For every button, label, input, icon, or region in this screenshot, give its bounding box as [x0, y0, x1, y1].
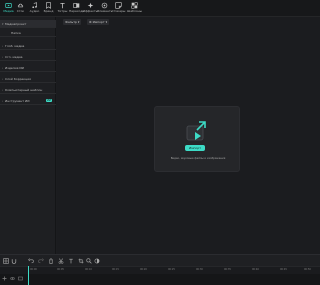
chevron-down-icon: ▾	[104, 20, 108, 24]
elements-icon	[101, 2, 108, 9]
tick-label: 00:30	[196, 268, 203, 271]
sidebar-item-global-media[interactable]: › Глоб. медиа	[0, 42, 56, 50]
delete-icon[interactable]	[48, 258, 54, 264]
templates-icon	[131, 2, 138, 9]
sidebar-item-project-media[interactable]: ▾ Медиапроект	[0, 20, 56, 28]
redo-icon[interactable]	[38, 258, 44, 264]
tick-label: 00:35	[224, 268, 231, 271]
tab-effects[interactable]: Эффекты	[83, 1, 98, 16]
tab-transitions[interactable]: Переходы	[69, 1, 84, 16]
brand-icon	[46, 2, 51, 9]
film-icon[interactable]	[18, 276, 23, 281]
effects-icon	[87, 2, 94, 9]
scissors-icon[interactable]	[58, 258, 64, 264]
tab-templates[interactable]: Шаблоны	[126, 1, 143, 16]
tab-elements[interactable]: Элементы	[97, 1, 112, 16]
import-dropdown[interactable]: ⚙ Импорт ▾	[87, 19, 110, 25]
tab-titles[interactable]: Титры	[55, 1, 70, 16]
sidebar-item-computer-template[interactable]: › Компьютерный шаблон	[0, 86, 56, 94]
timeline-tracks[interactable]	[0, 274, 320, 285]
sidebar-item-shared-media[interactable]: › Сгл. медиа	[0, 53, 56, 61]
text-icon	[60, 3, 65, 9]
top-toolbar: Медиа Сток Аудио Бренд Титры Переходы Эф…	[0, 0, 320, 17]
sidebar-item-adjustment-layer[interactable]: › Слой Коррекция	[0, 75, 56, 83]
import-dropzone[interactable]: Импорт Видео, звуковые файлы и изображен…	[154, 106, 240, 172]
color-icon[interactable]	[94, 258, 100, 264]
media-icon	[5, 3, 12, 8]
tick-label: 00:20	[140, 268, 147, 271]
tab-brand[interactable]: Бренд	[41, 1, 56, 16]
crop-icon[interactable]	[78, 258, 84, 264]
stickers-icon	[115, 2, 122, 9]
timeline-toolbar	[0, 254, 320, 266]
tick-label: 00:00	[30, 268, 37, 271]
undo-icon[interactable]	[28, 258, 34, 264]
tab-stickers[interactable]: Стикеры	[111, 1, 126, 16]
music-icon	[32, 2, 37, 9]
import-button[interactable]: Импорт	[185, 145, 205, 151]
tick-label: 00:25	[168, 268, 175, 271]
transition-icon	[73, 3, 80, 8]
layout-icon[interactable]	[3, 258, 9, 264]
sidebar-item-ai-products[interactable]: › Изделия ИИ	[0, 64, 56, 72]
filter-dropdown[interactable]: Фильтр ▾	[63, 19, 82, 25]
link-icon[interactable]	[10, 276, 15, 281]
sidebar-item-folder[interactable]: Папка	[0, 29, 56, 37]
tick-label: 00:10	[85, 268, 92, 271]
tab-audio[interactable]: Аудио	[27, 1, 42, 16]
tick-label: 00:05	[57, 268, 64, 271]
timeline-ruler[interactable]: 00:00 00:05 00:10 00:15 00:20 00:25 00:3…	[0, 266, 320, 274]
media-panel: Фильтр ▾ ⚙ Импорт ▾ Импорт Видео, звуков…	[57, 17, 320, 254]
tick-label: 00:15	[112, 268, 119, 271]
text-tool-icon[interactable]	[68, 258, 74, 264]
tab-stock[interactable]: Сток	[13, 1, 28, 16]
ai-badge: ИИ	[46, 99, 52, 102]
tick-label: 00:50	[304, 268, 311, 271]
chevron-down-icon: ▾	[76, 20, 80, 24]
folder-import-icon	[186, 121, 206, 141]
import-hint-text: Видео, звуковые файлы и изображения	[170, 157, 226, 160]
editor-window: Медиа Сток Аудио Бренд Титры Переходы Эф…	[0, 0, 320, 285]
cloud-icon	[17, 3, 24, 8]
sidebar-item-ai-tools[interactable]: › Инструмент ИИ ИИ	[0, 97, 56, 105]
magnet-icon[interactable]	[11, 258, 17, 264]
tick-label: 00:45	[280, 268, 287, 271]
playhead[interactable]	[28, 266, 29, 285]
media-sidebar: ▾ Медиапроект Папка › Глоб. медиа › Сгл.…	[0, 17, 56, 254]
add-track-icon[interactable]	[2, 276, 7, 281]
tick-label: 00:40	[252, 268, 259, 271]
zoom-icon[interactable]	[86, 258, 92, 264]
